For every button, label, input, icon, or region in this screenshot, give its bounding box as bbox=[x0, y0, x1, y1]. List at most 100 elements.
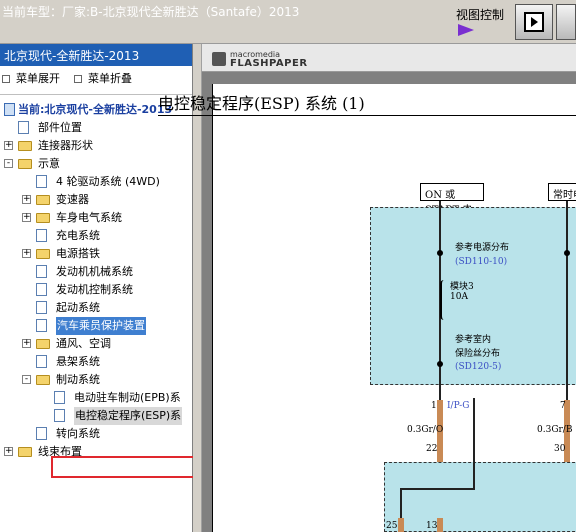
flashpaper-logo: macromedia FLASHPAPER bbox=[212, 50, 308, 69]
ref2-code: (SD120-5) bbox=[455, 362, 502, 372]
tree-item[interactable]: 发动机机械系统 bbox=[0, 263, 192, 281]
tree-item-label: 变速器 bbox=[56, 193, 89, 206]
last-page-button[interactable] bbox=[556, 4, 576, 40]
folder-icon bbox=[36, 213, 50, 223]
ref2-text: 参考室内 bbox=[455, 335, 492, 345]
tree-item[interactable]: + 电源搭铁 bbox=[0, 245, 192, 263]
folder-icon bbox=[18, 447, 32, 457]
tree-item-label: 电动驻车制动(EPB)系 bbox=[74, 391, 181, 404]
expand-toggle-icon[interactable]: + bbox=[4, 141, 13, 150]
wire-horizontal bbox=[400, 488, 475, 490]
vehicle-title: 当前车型：厂家:B-北京现代全新胜达（Santafe）2013 bbox=[2, 5, 300, 19]
folder-icon bbox=[36, 195, 50, 205]
folder-icon bbox=[18, 159, 32, 169]
document-icon bbox=[36, 175, 47, 188]
tree-item[interactable]: + 连接器形状 bbox=[0, 137, 192, 155]
wire-right bbox=[566, 201, 568, 401]
tree-item[interactable]: + 通风、空调 bbox=[0, 335, 192, 353]
menu-collapse-button[interactable]: 菜单折叠 bbox=[74, 70, 132, 90]
folder-icon bbox=[36, 339, 50, 349]
tree-item-label: 电源搭铁 bbox=[56, 247, 100, 260]
pin-number: 30 bbox=[554, 444, 566, 454]
junction-dot bbox=[437, 361, 443, 367]
next-icon bbox=[524, 12, 544, 32]
pin-number: 1 bbox=[431, 401, 437, 411]
tree-item-label: 转向系统 bbox=[56, 427, 100, 440]
tree-item[interactable]: 转向系统 bbox=[0, 425, 192, 443]
pin-number: 22 bbox=[426, 444, 438, 454]
sidebar-header: 北京现代-全新胜达-2013 bbox=[0, 44, 192, 66]
module-area bbox=[384, 462, 576, 532]
tree-item[interactable]: - 制动系统 bbox=[0, 371, 192, 389]
tree-item[interactable]: 悬架系统 bbox=[0, 353, 192, 371]
document-title: 电控稳定程序(ESP) 系统 (1) bbox=[158, 94, 365, 113]
tree-item-label: 制动系统 bbox=[56, 373, 100, 386]
sidebar: 北京现代-全新胜达-2013 菜单展开 菜单折叠 当前:北京现代-全新胜达-20… bbox=[0, 44, 195, 532]
tree-view: 当前:北京现代-全新胜达-2013 部件位置 + 连接器形状 - 示意 4 轮驱动系统 (… bbox=[0, 101, 192, 461]
connector-id: I/P-G bbox=[447, 401, 470, 411]
selection-highlight-box bbox=[51, 456, 195, 478]
flashpaper-toolbar: macromedia FLASHPAPER bbox=[202, 44, 576, 72]
title-rule bbox=[158, 115, 576, 116]
flashpaper-logo-icon bbox=[212, 52, 226, 66]
view-control-label: 视图控制 bbox=[456, 8, 505, 22]
computer-icon bbox=[4, 103, 15, 116]
junction-dot bbox=[437, 250, 443, 256]
document-icon bbox=[54, 409, 65, 422]
wire-copper-d bbox=[437, 518, 443, 532]
folder-icon bbox=[18, 141, 32, 151]
pin-number: 7 bbox=[560, 401, 566, 411]
expand-toggle-icon[interactable]: + bbox=[22, 213, 31, 222]
fuse-name: 模块3 bbox=[450, 282, 474, 292]
tree-item-label: 4 轮驱动系统 (4WD) bbox=[56, 175, 160, 188]
tree-item[interactable]: - 示意 bbox=[0, 155, 192, 173]
collapse-toggle-icon[interactable]: - bbox=[4, 159, 13, 168]
tree-item[interactable]: + 车身电气系统 bbox=[0, 209, 192, 227]
wire-spec: 0.3Gr/B bbox=[537, 425, 573, 435]
panel-splitter[interactable] bbox=[193, 44, 202, 532]
wire-copper-c bbox=[398, 518, 404, 532]
fuse-symbol bbox=[440, 280, 448, 320]
junction-dot bbox=[564, 250, 570, 256]
document-icon bbox=[54, 391, 65, 404]
tree-item[interactable]: 汽车乘员保护装置 bbox=[0, 317, 192, 335]
document-icon bbox=[36, 319, 47, 332]
tree-item[interactable]: 4 轮驱动系统 (4WD) bbox=[0, 173, 192, 191]
document-icon bbox=[36, 427, 47, 440]
tree-item[interactable]: 起动系统 bbox=[0, 299, 192, 317]
expand-toggle-icon[interactable]: + bbox=[22, 339, 31, 348]
fuse-amp: 10A bbox=[450, 292, 468, 302]
collapse-icon bbox=[74, 75, 82, 83]
expand-toggle-icon[interactable]: + bbox=[4, 447, 13, 456]
tree-item-label: 充电系统 bbox=[56, 229, 100, 242]
tree-item-label: 起动系统 bbox=[56, 301, 100, 314]
tree-item-label: 发动机机械系统 bbox=[56, 265, 133, 278]
document-icon bbox=[36, 265, 47, 278]
tree-item-label: 发动机控制系统 bbox=[56, 283, 133, 296]
expand-toggle-icon[interactable]: + bbox=[22, 195, 31, 204]
power-label-2: 常时电 bbox=[548, 183, 576, 201]
tree-item[interactable]: 充电系统 bbox=[0, 227, 192, 245]
tree-item[interactable]: 发动机控制系统 bbox=[0, 281, 192, 299]
menu-expand-button[interactable]: 菜单展开 bbox=[2, 70, 60, 90]
ref-code: (SD110-10) bbox=[455, 257, 508, 267]
tree-item-label: 车身电气系统 bbox=[56, 211, 122, 224]
tree-item[interactable]: 部件位置 bbox=[0, 119, 192, 137]
expand-icon bbox=[2, 75, 10, 83]
document-icon bbox=[36, 283, 47, 296]
tree-item[interactable]: + 变速器 bbox=[0, 191, 192, 209]
expand-toggle-icon[interactable]: + bbox=[22, 249, 31, 258]
folder-icon bbox=[36, 375, 50, 385]
tree-item-label: 电控稳定程序(ESP)系 bbox=[74, 407, 183, 425]
tree-item[interactable]: 电控稳定程序(ESP)系 bbox=[0, 407, 192, 425]
ref-text: 参考电源分布 bbox=[455, 243, 510, 253]
collapse-toggle-icon[interactable]: - bbox=[22, 375, 31, 384]
folder-icon bbox=[36, 249, 50, 259]
tree-item[interactable]: 电动驻车制动(EPB)系 bbox=[0, 389, 192, 407]
power-label: ON 或START 电源 bbox=[420, 183, 484, 231]
document-icon bbox=[18, 121, 29, 134]
tree-item-label: 通风、空调 bbox=[56, 337, 111, 350]
document-icon bbox=[36, 301, 47, 314]
tree-item-label: 示意 bbox=[38, 157, 60, 170]
next-page-button[interactable] bbox=[515, 4, 553, 40]
